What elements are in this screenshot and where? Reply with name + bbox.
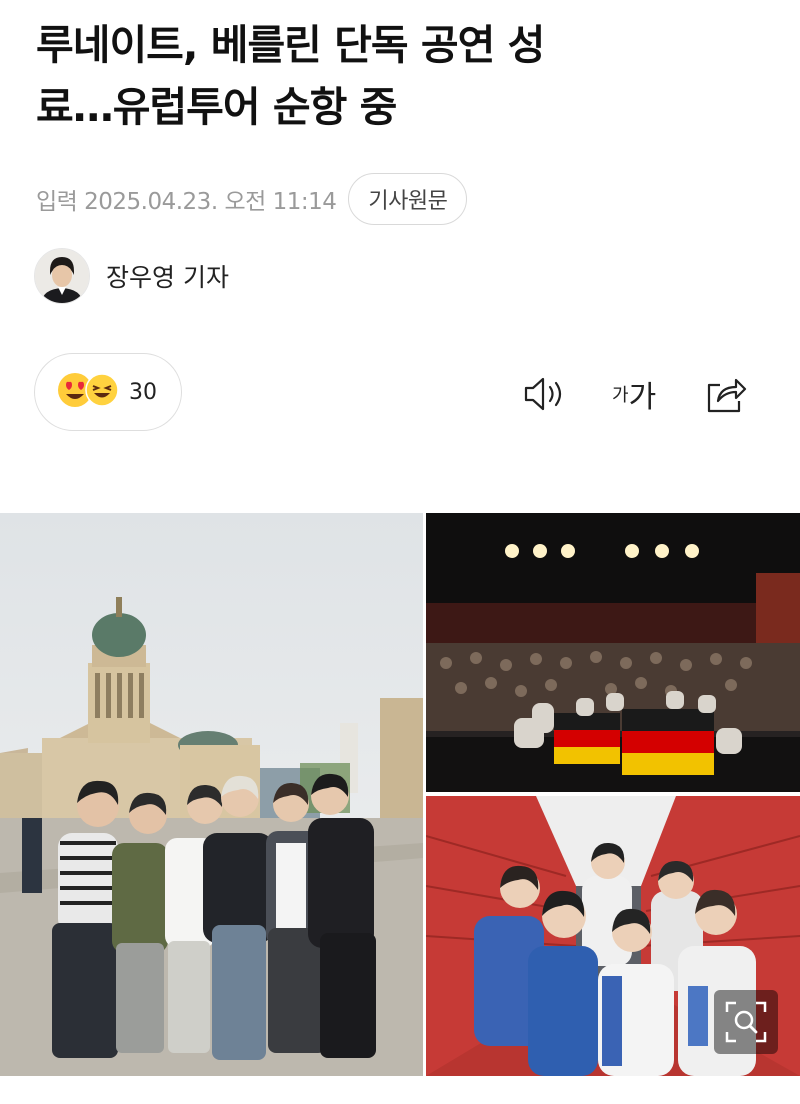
reaction-button[interactable]: 30 — [34, 353, 182, 431]
article-meta: 입력 2025.04.23. 오전 11:14 기사원문 — [36, 173, 468, 225]
author-byline[interactable]: 장우영 기자 — [34, 248, 229, 304]
speaker-icon — [524, 377, 562, 411]
author-name[interactable]: 장우영 기자 — [106, 258, 229, 294]
share-button[interactable] — [704, 366, 748, 422]
avatar-image — [35, 249, 89, 303]
laughing-emoji-icon — [85, 373, 119, 411]
font-size-small-label: 가 — [612, 385, 629, 406]
font-size-large-label: 가 — [628, 380, 657, 415]
reaction-count: 30 — [129, 379, 157, 405]
zoom-icon — [725, 1001, 767, 1043]
group-photo-image — [0, 513, 423, 1076]
font-size-button[interactable]: 가 가 — [612, 366, 656, 422]
concert-stage-image — [426, 513, 800, 792]
article-date: 입력 2025.04.23. 오전 11:14 — [36, 189, 337, 215]
avatar[interactable] — [34, 248, 90, 304]
article-title-line1: 루네이트, 베를린 단독 공연 성 — [36, 21, 545, 69]
original-article-button[interactable]: 기사원문 — [348, 173, 468, 225]
share-icon — [707, 378, 747, 413]
article-title: 루네이트, 베를린 단독 공연 성 료…유럽투어 순항 중 — [36, 14, 766, 138]
article-title-line2: 료…유럽투어 순항 중 — [36, 83, 397, 131]
zoom-button[interactable] — [714, 990, 778, 1054]
concert-stage-photo[interactable] — [426, 513, 800, 792]
main-photo-group-berlin[interactable] — [0, 513, 423, 1076]
audio-button[interactable] — [522, 366, 568, 422]
